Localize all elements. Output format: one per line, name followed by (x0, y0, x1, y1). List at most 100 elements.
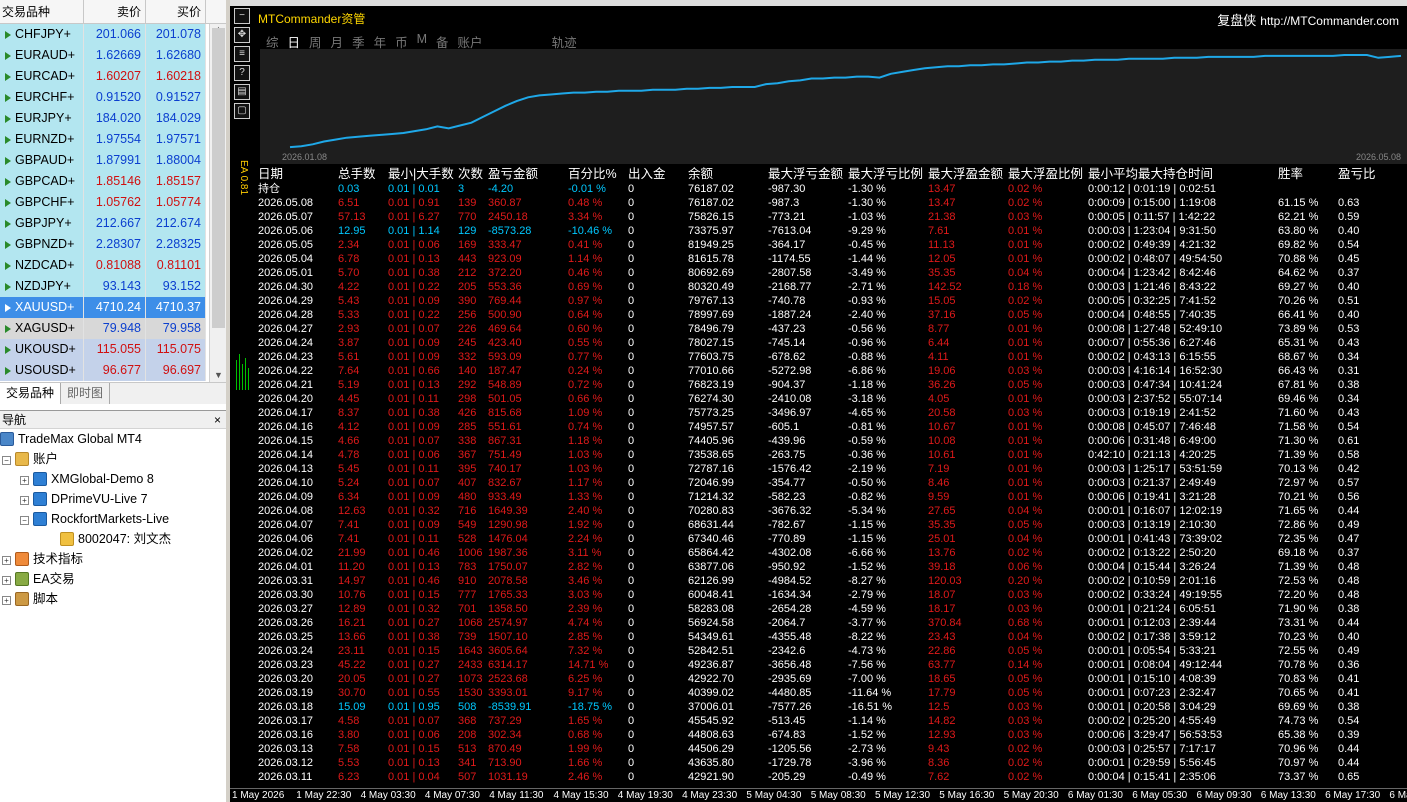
settings-icon[interactable]: ≡ (234, 46, 250, 62)
table-cell: 4.58 (338, 715, 360, 727)
table-cell: -2.40 % (848, 309, 886, 321)
table-row: 2026.04.09 6.34 0.01 | 0.09 480 933.49 1.33 %… (258, 490, 1407, 504)
symbol-cell[interactable]: EURJPY+ (0, 108, 84, 129)
symbol-row[interactable]: GBPCHF+ 1.05762 1.05774 (0, 192, 208, 213)
bid-column-header[interactable]: 卖价 (84, 0, 146, 23)
tree-accounts[interactable]: − 账户 (2, 449, 58, 469)
symbol-cell[interactable]: USOUSD+ (0, 360, 84, 381)
symbol-cell[interactable]: XAGUSD+ (0, 318, 84, 339)
expand-icon[interactable]: + (20, 496, 29, 505)
symbol-cell[interactable]: NZDJPY+ (0, 276, 84, 297)
table-cell: -2.79 % (848, 589, 886, 601)
table-cell: 0.01 | 0.13 (388, 561, 440, 573)
table-cell: 0:00:04 | 0:15:41 | 2:35:06 (1088, 771, 1217, 783)
symbol-row[interactable]: NZDCAD+ 0.81088 0.81101 (0, 255, 208, 276)
window-icon[interactable]: ▢ (234, 103, 250, 119)
symbol-cell[interactable]: NZDCAD+ (0, 255, 84, 276)
table-cell: -4984.52 (768, 575, 812, 587)
collapse-icon[interactable]: − (2, 456, 11, 465)
table-cell: 71.90 % (1278, 603, 1319, 615)
expand-icon[interactable]: + (2, 596, 11, 605)
minimize-icon[interactable]: − (234, 8, 250, 24)
symbol-cell[interactable]: GBPAUD+ (0, 150, 84, 171)
tab-symbols[interactable]: 交易品种 (0, 383, 62, 404)
symbol-row[interactable]: EURCHF+ 0.91520 0.91527 (0, 87, 208, 108)
move-icon[interactable]: ✥ (234, 27, 250, 43)
brand-url[interactable]: http://MTCommander.com (1260, 14, 1399, 28)
symbol-cell[interactable]: GBPCHF+ (0, 192, 84, 213)
table-cell: 7.41 (338, 519, 360, 531)
table-cell: -1205.56 (768, 743, 812, 755)
symbol-cell[interactable]: UKOUSD+ (0, 339, 84, 360)
symbol-cell[interactable]: XAUUSD+ (0, 297, 84, 318)
symbol-row[interactable]: GBPNZD+ 2.28307 2.28325 (0, 234, 208, 255)
symbol-row[interactable]: GBPJPY+ 212.667 212.674 (0, 213, 208, 234)
expand-icon[interactable]: + (20, 476, 29, 485)
symbol-cell[interactable]: EURCAD+ (0, 66, 84, 87)
symbol-row[interactable]: UKOUSD+ 115.055 115.075 (0, 339, 208, 360)
table-cell: 79767.13 (688, 295, 734, 307)
table-cell: -0.59 % (848, 435, 886, 447)
symbol-row[interactable]: USOUSD+ 96.677 96.697 (0, 360, 208, 381)
symbol-row[interactable]: GBPAUD+ 1.87991 1.88004 (0, 150, 208, 171)
table-cell: 0.02 % (1008, 197, 1043, 209)
market-watch-panel: 交易品种 卖价 买价 CHFJPY+ 201.066 201.078 EURAUD+ 1… (0, 0, 228, 404)
table-cell: 69.46 % (1278, 393, 1319, 405)
symbol-cell[interactable]: GBPJPY+ (0, 213, 84, 234)
tree-server-3[interactable]: − RockfortMarkets-Live (20, 509, 169, 529)
symbol-row[interactable]: EURJPY+ 184.020 184.029 (0, 108, 208, 129)
tab-tick-chart[interactable]: 即时图 (61, 383, 111, 404)
expand-icon[interactable]: + (2, 576, 11, 585)
ask-cell: 1.88004 (146, 150, 206, 171)
help-icon[interactable]: ? (234, 65, 250, 81)
table-cell: 13.66 (338, 631, 366, 643)
table-cell: 15.09 (338, 701, 366, 713)
symbol-row[interactable]: EURAUD+ 1.62669 1.62680 (0, 45, 208, 66)
symbol-row[interactable]: EURNZD+ 1.97554 1.97571 (0, 129, 208, 150)
time-axis-label: 5 May 20:30 (1003, 790, 1059, 801)
table-cell: 0.01 % (1008, 323, 1043, 335)
table-cell: 0.01 % (1008, 393, 1043, 405)
symbol-row[interactable]: GBPCAD+ 1.85146 1.85157 (0, 171, 208, 192)
tick-arrow-icon (5, 51, 11, 60)
tree-account-item[interactable]: 8002047: 刘文杰 (60, 529, 171, 549)
tree-root[interactable]: TradeMax Global MT4 (0, 429, 142, 449)
tree-server-1[interactable]: + XMGlobal-Demo 8 (20, 469, 154, 489)
symbol-row[interactable]: CHFJPY+ 201.066 201.078 (0, 24, 208, 45)
symbol-row[interactable]: EURCAD+ 1.60207 1.60218 (0, 66, 208, 87)
symbol-row[interactable]: XAGUSD+ 79.948 79.958 (0, 318, 208, 339)
brand-link[interactable]: 复盘侠 http://MTCommander.com (1217, 10, 1399, 29)
symbol-column-header[interactable]: 交易品种 (0, 0, 84, 23)
tree-server-2[interactable]: + DPrimeVU-Live 7 (20, 489, 148, 509)
expand-icon[interactable]: + (2, 556, 11, 565)
table-cell: 0.44 (1338, 617, 1360, 629)
tree-scripts[interactable]: + 脚本 (2, 589, 58, 609)
symbol-cell[interactable]: EURAUD+ (0, 45, 84, 66)
curve-end-date: 2026.05.08 (1355, 152, 1401, 162)
market-watch-scrollbar[interactable]: ▲ ▼ (209, 24, 227, 382)
table-cell: 0.05 % (1008, 309, 1043, 321)
table-cell: 867.31 (488, 435, 522, 447)
symbol-cell[interactable]: GBPNZD+ (0, 234, 84, 255)
scroll-down-icon[interactable]: ▼ (214, 370, 223, 380)
symbol-cell[interactable]: CHFJPY+ (0, 24, 84, 45)
chart-window[interactable]: − ✥ ≡ ? ▤ ▢ EA 0.81 MTCommander资管 复盘侠 htt… (230, 0, 1407, 802)
symbol-cell[interactable]: EURCHF+ (0, 87, 84, 108)
symbol-row[interactable]: NZDJPY+ 93.143 93.152 (0, 276, 208, 297)
tree-expert-advisors[interactable]: + EA交易 (2, 569, 75, 589)
symbol-cell[interactable]: EURNZD+ (0, 129, 84, 150)
table-cell: 2026.03.11 (258, 771, 313, 783)
symbol-cell[interactable]: GBPCAD+ (0, 171, 84, 192)
tree-indicators[interactable]: + 技术指标 (2, 549, 83, 569)
table-cell: 0.01 | 0.09 (388, 351, 440, 363)
scrollbar-thumb[interactable] (212, 28, 225, 328)
collapse-icon[interactable]: − (20, 516, 29, 525)
table-cell: 0.01 | 0.07 (388, 435, 440, 447)
symbol-row[interactable]: XAUUSD+ 4710.24 4710.37 (0, 297, 208, 318)
list-icon[interactable]: ▤ (234, 84, 250, 100)
table-cell: 0.04 % (1008, 631, 1043, 643)
table-cell: 0 (628, 687, 635, 699)
close-icon[interactable]: × (214, 411, 221, 429)
table-cell: 45545.92 (688, 715, 734, 727)
ask-column-header[interactable]: 买价 (146, 0, 206, 23)
